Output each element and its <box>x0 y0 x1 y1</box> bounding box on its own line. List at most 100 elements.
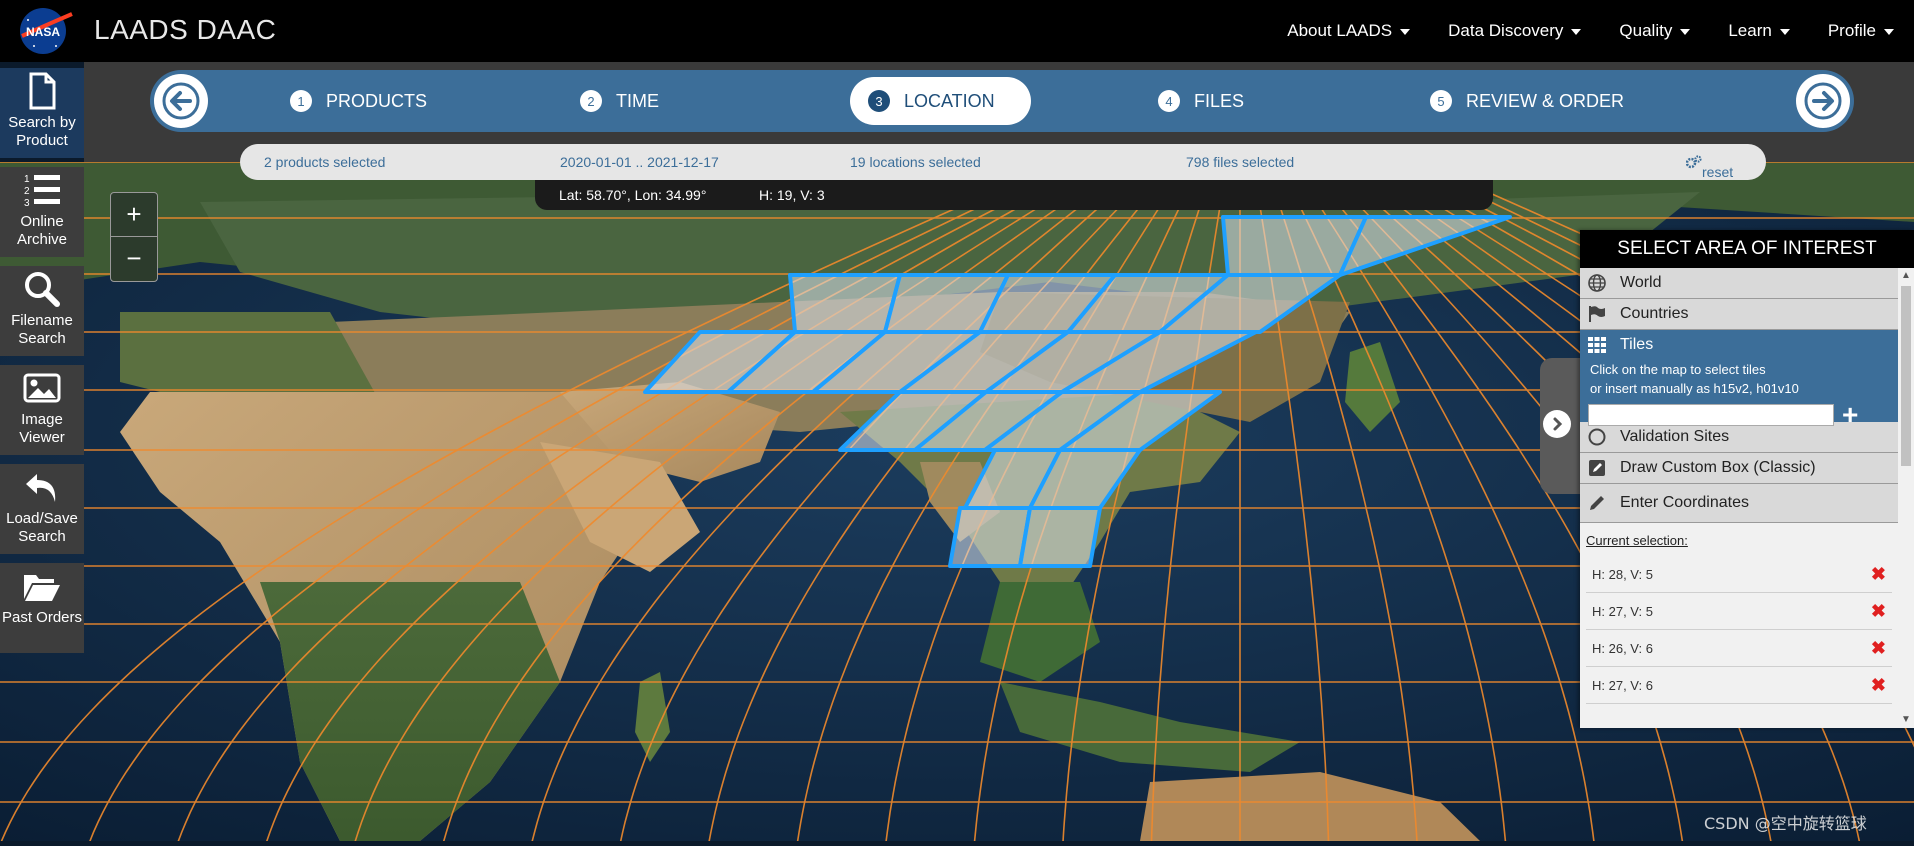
next-arrow-button[interactable] <box>1796 74 1850 128</box>
scroll-down-icon[interactable]: ▼ <box>1898 712 1914 728</box>
top-navbar: NASA LAADS DAAC About LAADS Data Discove… <box>0 0 1914 62</box>
step-files[interactable]: 4FILES <box>1158 80 1244 122</box>
step-location[interactable]: 3 LOCATION <box>850 77 1031 125</box>
sidebar-item-search-by-product[interactable]: Search by Product <box>0 68 84 158</box>
grid-icon <box>1588 337 1606 353</box>
zoom-out-button[interactable]: − <box>111 237 157 280</box>
left-sidebar: Search by Product 123 Online Archive Fil… <box>0 68 84 662</box>
gears-icon <box>1686 155 1702 169</box>
nav-label: About LAADS <box>1287 21 1392 40</box>
current-selection-label: Current selection: <box>1586 533 1892 548</box>
arrow-right-icon <box>1804 82 1842 120</box>
option-draw-custom-box[interactable]: Draw Custom Box (Classic) <box>1580 453 1898 484</box>
selection-row: H: 26, V: 6✖ <box>1586 630 1892 667</box>
sidebar-item-online-archive[interactable]: 123 Online Archive <box>0 167 84 257</box>
latlon-readout: Lat: 58.70°, Lon: 34.99° <box>559 187 706 203</box>
panel-title: SELECT AREA OF INTEREST <box>1580 230 1914 268</box>
step-products[interactable]: 1PRODUCTS <box>290 80 427 122</box>
circle-icon <box>1588 428 1606 446</box>
step-label: REVIEW & ORDER <box>1466 91 1624 112</box>
option-label: Draw Custom Box (Classic) <box>1620 459 1816 477</box>
locations-summary[interactable]: 19 locations selected <box>850 154 981 170</box>
option-countries[interactable]: Countries <box>1580 299 1898 330</box>
file-icon <box>25 72 59 110</box>
files-summary[interactable]: 798 files selected <box>1186 154 1294 170</box>
step-number: 3 <box>868 90 890 112</box>
sidebar-label: Archive <box>0 231 84 249</box>
scroll-up-icon[interactable]: ▲ <box>1898 268 1914 284</box>
remove-icon[interactable]: ✖ <box>1871 601 1886 622</box>
step-label: TIME <box>616 91 659 112</box>
step-time[interactable]: 2 TIME <box>580 80 659 122</box>
caret-down-icon <box>1400 29 1410 35</box>
reset-button[interactable]: reset <box>1686 154 1702 170</box>
scroll-thumb[interactable] <box>1901 286 1911 466</box>
sidebar-label: Search by <box>0 114 84 132</box>
selection-row: H: 27, V: 6 ✖ <box>1586 667 1892 704</box>
reset-label: reset <box>1702 164 1733 180</box>
caret-down-icon <box>1884 29 1894 35</box>
option-label: Tiles <box>1620 336 1653 354</box>
products-summary[interactable]: 2 products selected <box>264 154 385 170</box>
sidebar-item-filename-search[interactable]: Filename Search <box>0 266 84 356</box>
stepper: 1PRODUCTS 2 TIME 3 LOCATION 4FILES 5REVIEW… <box>150 70 1854 132</box>
step-review-order[interactable]: 5REVIEW & ORDER <box>1430 80 1624 122</box>
sidebar-label: Product <box>0 132 84 150</box>
search-icon <box>23 270 61 308</box>
selection-tile: H: 27, V: 6 <box>1592 678 1653 693</box>
option-world[interactable]: World <box>1580 268 1898 299</box>
selection-row: H: 28, V: 5 ✖ <box>1586 556 1892 593</box>
panel-scrollbar[interactable]: ▲ ▼ <box>1898 268 1914 728</box>
nav-label: Quality <box>1619 21 1672 40</box>
selection-tile: H: 28, V: 5 <box>1592 567 1653 582</box>
tiles-help-line: or insert manually as h15v2, h01v10 <box>1590 379 1890 398</box>
sidebar-label: Search <box>0 330 84 348</box>
nav-quality[interactable]: Quality <box>1619 21 1690 41</box>
nav-label: Data Discovery <box>1448 21 1563 40</box>
selection-summary: 2 products selected 2020-01-01 .. 2021-1… <box>240 144 1766 180</box>
nav-profile[interactable]: Profile <box>1828 21 1894 41</box>
step-label: LOCATION <box>904 91 995 112</box>
selected-tile <box>1020 508 1100 566</box>
sidebar-label: Image <box>0 411 84 429</box>
nav-about-laads[interactable]: About LAADS <box>1287 21 1410 41</box>
nav-learn[interactable]: Learn <box>1728 21 1789 41</box>
list-numbered-icon: 123 <box>22 171 62 209</box>
sidebar-label: Past Orders <box>0 609 84 627</box>
option-label: Validation Sites <box>1620 428 1729 446</box>
flag-icon <box>1588 305 1606 323</box>
caret-down-icon <box>1780 29 1790 35</box>
svg-text:NASA: NASA <box>26 25 60 39</box>
nav-label: Profile <box>1828 21 1876 40</box>
sidebar-item-image-viewer[interactable]: Image Viewer <box>0 365 84 455</box>
nasa-logo[interactable]: NASA <box>14 6 76 56</box>
step-number: 1 <box>290 90 312 112</box>
nav-data-discovery[interactable]: Data Discovery <box>1448 21 1581 41</box>
svg-text:3: 3 <box>24 198 30 209</box>
sidebar-item-past-orders[interactable]: Past Orders <box>0 563 84 653</box>
sidebar-label: Filename <box>0 312 84 330</box>
tiles-input[interactable] <box>1588 404 1834 426</box>
app-title[interactable]: LAADS DAAC <box>94 14 276 46</box>
step-number: 2 <box>580 90 602 112</box>
top-nav: About LAADS Data Discovery Quality Learn… <box>1287 0 1894 62</box>
option-label: Countries <box>1620 305 1688 323</box>
remove-icon[interactable]: ✖ <box>1871 638 1886 659</box>
panel-collapse-tab[interactable] <box>1540 358 1580 494</box>
undo-icon <box>23 468 61 506</box>
add-tile-button[interactable]: + <box>1842 405 1858 425</box>
selection-row: H: 27, V: 5✖ <box>1586 593 1892 630</box>
pencil-icon <box>1588 494 1606 512</box>
selected-tile <box>790 275 900 332</box>
zoom-in-button[interactable]: + <box>111 193 157 237</box>
remove-icon[interactable]: ✖ <box>1871 675 1886 696</box>
sidebar-item-load-save-search[interactable]: Load/Save Search <box>0 464 84 554</box>
remove-icon[interactable]: ✖ <box>1871 564 1886 585</box>
dates-summary[interactable]: 2020-01-01 .. 2021-12-17 <box>560 154 719 170</box>
step-number: 4 <box>1158 90 1180 112</box>
selected-tile <box>950 508 1030 566</box>
tile-readout: H: 19, V: 3 <box>759 187 825 203</box>
option-enter-coordinates[interactable]: Enter Coordinates <box>1580 484 1898 523</box>
zoom-control: + − <box>110 192 158 282</box>
back-arrow-button[interactable] <box>154 74 208 128</box>
